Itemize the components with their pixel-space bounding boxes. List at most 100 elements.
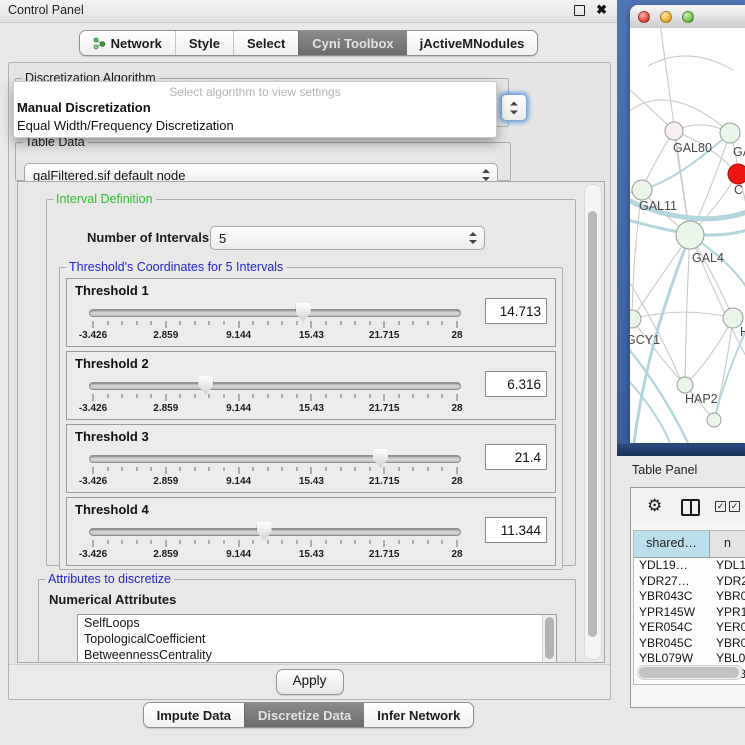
tab-select[interactable]: Select	[233, 31, 298, 55]
float-panel-icon[interactable]	[574, 5, 585, 16]
gear-icon[interactable]: ⚙	[647, 496, 662, 516]
attribute-list-item[interactable]: BetweennessCentrality	[78, 647, 556, 663]
slider-tick	[369, 540, 370, 544]
attributes-fieldset: Attributes to discretize Numerical Attri…	[38, 572, 576, 663]
node-label: GA	[733, 145, 745, 159]
attributes-scrollbar-thumb[interactable]	[545, 617, 554, 659]
slider-tick	[413, 321, 414, 325]
slider-tick	[224, 467, 225, 471]
threshold-slider[interactable]: -3.4262.8599.14415.4321.71528	[89, 303, 461, 343]
table-row[interactable]: YIL052CYIL0	[634, 682, 745, 685]
attribute-list-item[interactable]: SelfLoops	[78, 615, 556, 631]
popup-item-manual-discretization[interactable]: Manual Discretization	[14, 99, 496, 117]
settings-vertical-scrollbar[interactable]	[584, 184, 602, 660]
table-row[interactable]: YBR045CYBR0	[634, 636, 745, 652]
node-unnamed-top[interactable]	[720, 123, 740, 143]
table-row[interactable]: YPR145WYPR1	[634, 605, 745, 621]
tab-network[interactable]: Network	[80, 31, 175, 55]
slider-thumb[interactable]	[373, 449, 388, 468]
apply-button[interactable]: Apply	[276, 669, 344, 695]
slider-tick	[398, 467, 399, 471]
slider-tick	[122, 394, 123, 398]
threshold-slider[interactable]: -3.4262.8599.14415.4321.71528	[89, 522, 461, 562]
threshold-value-field[interactable]: 14.713	[485, 298, 547, 324]
slider-thumb[interactable]	[257, 522, 272, 541]
threshold-value-field[interactable]: 11.344	[485, 517, 547, 543]
table-cell: YDR27…	[634, 574, 710, 590]
checkbox-icon: ✓	[715, 501, 726, 512]
slider-tick	[180, 467, 181, 471]
tab-group-bottom: Impute DataDiscretize DataInfer Network	[143, 702, 475, 728]
tab-style[interactable]: Style	[175, 31, 233, 55]
slider-tick	[253, 467, 254, 471]
numerical-attributes-list[interactable]: SelfLoopsTopologicalCoefficientBetweenne…	[77, 614, 557, 663]
top-tab-bar: Network StyleSelectCyni ToolboxjActiveMNo…	[0, 30, 617, 56]
checkbox-icon: ✓	[729, 501, 740, 512]
network-window-titlebar[interactable]	[630, 5, 745, 29]
threshold-slider[interactable]: -3.4262.8599.14415.4321.71528	[89, 376, 461, 416]
zoom-window-icon[interactable]	[682, 11, 694, 23]
threshold-slider[interactable]: -3.4262.8599.14415.4321.71528	[89, 449, 461, 489]
table-row[interactable]: YBR043CYBR0	[634, 589, 745, 605]
threshold-box: Threshold 2 -3.4262.8599.14415.4321.7152…	[66, 351, 556, 420]
network-graph-canvas[interactable]: GAL80GACGAL11GAL4GCY1HHAP2	[630, 28, 745, 443]
node-partial-bottom[interactable]	[707, 413, 721, 427]
interval-definition-fieldset: Interval Definition Number of Intervals …	[46, 192, 576, 566]
tab-jactivemnodules[interactable]: jActiveMNodules	[407, 31, 538, 55]
bottom-tab-infer-network[interactable]: Infer Network	[364, 703, 473, 727]
node-gal11[interactable]	[632, 180, 652, 200]
slider-tick-label: 21.715	[369, 549, 400, 560]
slider-tick	[267, 540, 268, 544]
slider-tick	[442, 540, 443, 544]
threshold-value-field[interactable]: 6.316	[485, 371, 547, 397]
slider-tick	[107, 321, 108, 325]
attributes-list-scrollbar[interactable]	[542, 615, 556, 663]
column-header-shared-name[interactable]: shared…	[634, 531, 710, 557]
stepper-arrows-icon	[510, 101, 518, 114]
network-edge[interactable]	[632, 235, 690, 319]
threshold-value-field[interactable]: 21.4	[485, 444, 547, 470]
slider-tick	[136, 467, 137, 471]
node-gcy1[interactable]	[630, 310, 641, 328]
network-edge[interactable]	[648, 56, 733, 70]
network-edge[interactable]	[685, 318, 733, 385]
table-cell: YBR045C	[634, 636, 710, 652]
network-edge[interactable]	[630, 348, 688, 443]
columns-icon[interactable]	[681, 499, 700, 516]
node-hap2[interactable]	[677, 377, 693, 393]
slider-tick	[413, 467, 414, 471]
slider-tick	[311, 467, 312, 474]
table-cell: YBR0	[710, 589, 745, 605]
slider-tick	[340, 394, 341, 398]
attribute-list-item[interactable]: TopologicalCoefficient	[78, 631, 556, 647]
node-selected-red[interactable]	[728, 164, 745, 184]
close-panel-icon[interactable]: ✖	[596, 2, 607, 18]
select-columns-icon[interactable]: ✓ ✓	[715, 501, 740, 512]
slider-thumb[interactable]	[296, 303, 311, 322]
tab-label: Network	[111, 36, 162, 51]
settings-scrollbar-thumb[interactable]	[588, 211, 597, 637]
slider-tick	[427, 540, 428, 544]
minimize-window-icon[interactable]	[660, 11, 672, 23]
node-gal80[interactable]	[665, 122, 683, 140]
table-scrollbar-thumb[interactable]	[639, 667, 739, 678]
node-gal4[interactable]	[676, 221, 704, 249]
table-row[interactable]: YDR27…YDR2	[634, 574, 745, 590]
table-horizontal-scrollbar[interactable]	[637, 665, 743, 680]
bottom-tab-impute-data[interactable]: Impute Data	[144, 703, 244, 727]
slider-tick-label: 9.144	[226, 549, 251, 560]
popup-item-equal-width-frequency[interactable]: Equal Width/Frequency Discretization	[14, 117, 496, 135]
number-of-intervals-combobox[interactable]: 5	[210, 226, 485, 250]
table-row[interactable]: YDL19…YDL1	[634, 558, 745, 574]
thresholds-fieldset: Threshold's Coordinates for 5 Intervals …	[59, 260, 563, 570]
tab-cyni-toolbox[interactable]: Cyni Toolbox	[298, 31, 406, 55]
slider-thumb[interactable]	[198, 376, 213, 395]
network-edge[interactable]	[630, 280, 680, 378]
slider-tick	[457, 540, 458, 547]
close-window-icon[interactable]	[638, 11, 650, 23]
network-edge[interactable]	[685, 235, 690, 385]
algorithm-combo-stepper[interactable]	[501, 94, 527, 121]
table-row[interactable]: YER054CYER0	[634, 620, 745, 636]
bottom-tab-discretize-data[interactable]: Discretize Data	[244, 703, 364, 727]
column-header-name[interactable]: n	[710, 531, 745, 557]
